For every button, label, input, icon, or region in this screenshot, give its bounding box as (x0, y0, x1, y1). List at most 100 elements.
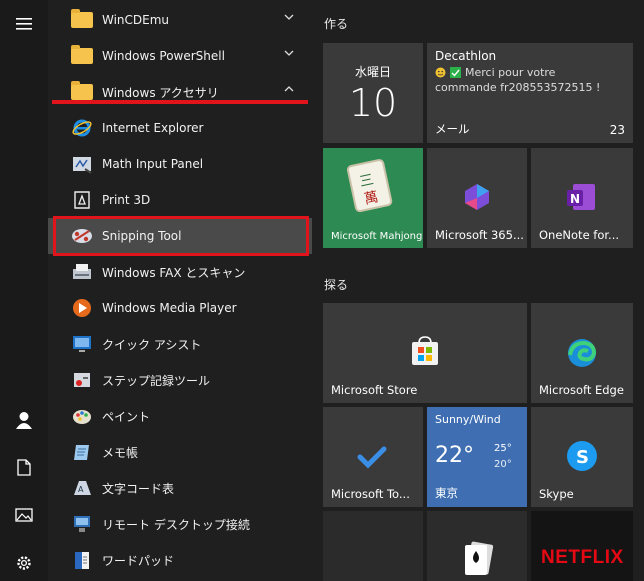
calendar-day: 水曜日 (354, 65, 391, 79)
list-item-label: Math Input Panel (102, 157, 204, 171)
weather-tile[interactable]: Sunny/Wind 22° 25° 20° 東京 (427, 407, 527, 507)
list-item-label: WinCDEmu (102, 13, 170, 27)
list-item-label: ワードパッド (102, 553, 175, 568)
mail-count-badge: 23 (609, 123, 625, 137)
remote-desktop-icon (70, 512, 94, 536)
mail-line-1: Merci pour votre (465, 66, 556, 79)
microsoft-365-icon (465, 184, 489, 210)
list-item-character-map[interactable]: A 文字コード表 (48, 470, 312, 506)
tile-label: Skype (539, 487, 574, 501)
netflix-logo: NETFLIX (541, 547, 624, 568)
hamburger-menu-icon[interactable] (0, 6, 48, 42)
tiles-panel: 作る 水曜日 10 Decathlon Merci pour votre com… (314, 0, 644, 581)
math-input-icon (70, 152, 94, 176)
svg-text:N: N (570, 192, 580, 206)
tile-label: Microsoft To... (331, 487, 410, 501)
mail-preview: Merci pour votre commande fr208553572515… (435, 65, 625, 95)
calendar-tile[interactable]: 水曜日 10 (323, 43, 423, 143)
list-item-steps-recorder[interactable]: ステップ記録ツール (48, 362, 312, 398)
weather-high: 25° (494, 443, 512, 454)
list-item-quick-assist[interactable]: クイック アシスト (48, 326, 312, 362)
internet-explorer-icon (70, 116, 94, 140)
tile-label: Microsoft Edge (539, 383, 624, 397)
character-map-icon: A (70, 476, 94, 500)
weather-condition: Sunny/Wind (435, 413, 501, 426)
list-item-wordpad[interactable]: ワードパッド (48, 542, 312, 578)
pictures-icon[interactable] (0, 497, 48, 533)
mail-tile[interactable]: Decathlon Merci pour votre commande fr20… (427, 43, 633, 143)
playing-cards-icon (465, 541, 494, 575)
edge-icon (568, 339, 597, 367)
calendar-date: 10 (348, 81, 398, 125)
mahjong-tile[interactable]: 三 萬 Microsoft Mahjong (323, 148, 423, 248)
chevron-down-icon (284, 50, 294, 56)
solitaire-tile[interactable] (427, 511, 527, 581)
netflix-tile[interactable]: NETFLIX (531, 511, 633, 581)
list-item-windows-powershell[interactable]: Windows PowerShell (48, 38, 312, 74)
chevron-up-icon (284, 86, 294, 92)
print-3d-icon (70, 188, 94, 212)
quick-assist-icon (70, 332, 94, 356)
app-list: WinCDEmu Windows PowerShell Windows アクセサ… (48, 0, 314, 581)
list-item-windows-media-player[interactable]: Windows Media Player (48, 290, 312, 326)
list-item-windows-accessories[interactable]: Windows アクセサリ (48, 74, 312, 110)
svg-text:A: A (78, 485, 84, 494)
svg-text:S: S (576, 447, 589, 468)
list-item-label: Windows FAX とスキャン (102, 265, 246, 280)
media-player-icon (70, 296, 94, 320)
chevron-down-icon (284, 14, 294, 20)
group-title-create: 作る (324, 17, 349, 31)
list-item-label: Windows Media Player (102, 301, 237, 315)
list-item-label: Internet Explorer (102, 121, 204, 135)
steps-recorder-icon (70, 368, 94, 392)
onenote-tile[interactable]: N OneNote for... (531, 148, 633, 248)
list-item-label: Windows アクセサリ (102, 85, 219, 100)
list-item-label: 文字コード表 (102, 481, 175, 496)
group-title-explore: 探る (324, 278, 349, 292)
list-item-internet-explorer[interactable]: Internet Explorer (48, 110, 312, 146)
folder-icon (70, 44, 94, 68)
game-tile[interactable] (323, 511, 423, 581)
microsoft-store-tile[interactable]: Microsoft Store (323, 303, 527, 403)
tile-label: Microsoft 365... (435, 228, 524, 242)
list-item-math-input-panel[interactable]: Math Input Panel (48, 146, 312, 182)
checkmark-icon (450, 67, 461, 78)
notepad-icon (70, 440, 94, 464)
list-item-label: ステップ記録ツール (102, 373, 211, 388)
fax-scan-icon (70, 260, 94, 284)
list-item-label: クイック アシスト (102, 337, 202, 352)
paint-icon (70, 404, 94, 428)
gear-icon[interactable] (0, 545, 48, 581)
list-item-label: Windows PowerShell (102, 49, 225, 63)
mail-line-2: commande fr208553572515 ! (435, 81, 601, 94)
user-icon[interactable] (0, 402, 48, 438)
folder-icon (70, 8, 94, 32)
weather-temperature: 22° (435, 443, 474, 468)
highlight-underline (52, 100, 308, 104)
list-item-label: ペイント (102, 409, 151, 424)
list-item-print-3d[interactable]: Print 3D (48, 182, 312, 218)
tile-label: Microsoft Mahjong (331, 231, 423, 242)
emoji-face-icon (435, 67, 446, 78)
tile-label: OneNote for... (539, 228, 620, 242)
tile-label: Microsoft Store (331, 383, 418, 397)
weather-city: 東京 (435, 486, 458, 500)
list-item-notepad[interactable]: メモ帳 (48, 434, 312, 470)
wordpad-icon (70, 548, 94, 572)
list-item-windows-fax-scan[interactable]: Windows FAX とスキャン (48, 254, 312, 290)
list-item-remote-desktop[interactable]: リモート デスクトップ接続 (48, 506, 312, 542)
checkmark-icon (357, 446, 387, 469)
microsoft-edge-tile[interactable]: Microsoft Edge (531, 303, 633, 403)
microsoft-todo-tile[interactable]: Microsoft To... (323, 407, 423, 507)
weather-low: 20° (494, 459, 512, 470)
document-icon[interactable] (0, 449, 48, 485)
skype-icon: S (567, 441, 597, 471)
highlight-box (53, 216, 309, 256)
microsoft-365-tile[interactable]: Microsoft 365... (427, 148, 527, 248)
start-rail (0, 0, 48, 581)
skype-tile[interactable]: S Skype (531, 407, 633, 507)
list-item-label: Print 3D (102, 193, 151, 207)
list-item-paint[interactable]: ペイント (48, 398, 312, 434)
onenote-icon: N (567, 184, 595, 210)
list-item-wincdemu[interactable]: WinCDEmu (48, 2, 312, 38)
